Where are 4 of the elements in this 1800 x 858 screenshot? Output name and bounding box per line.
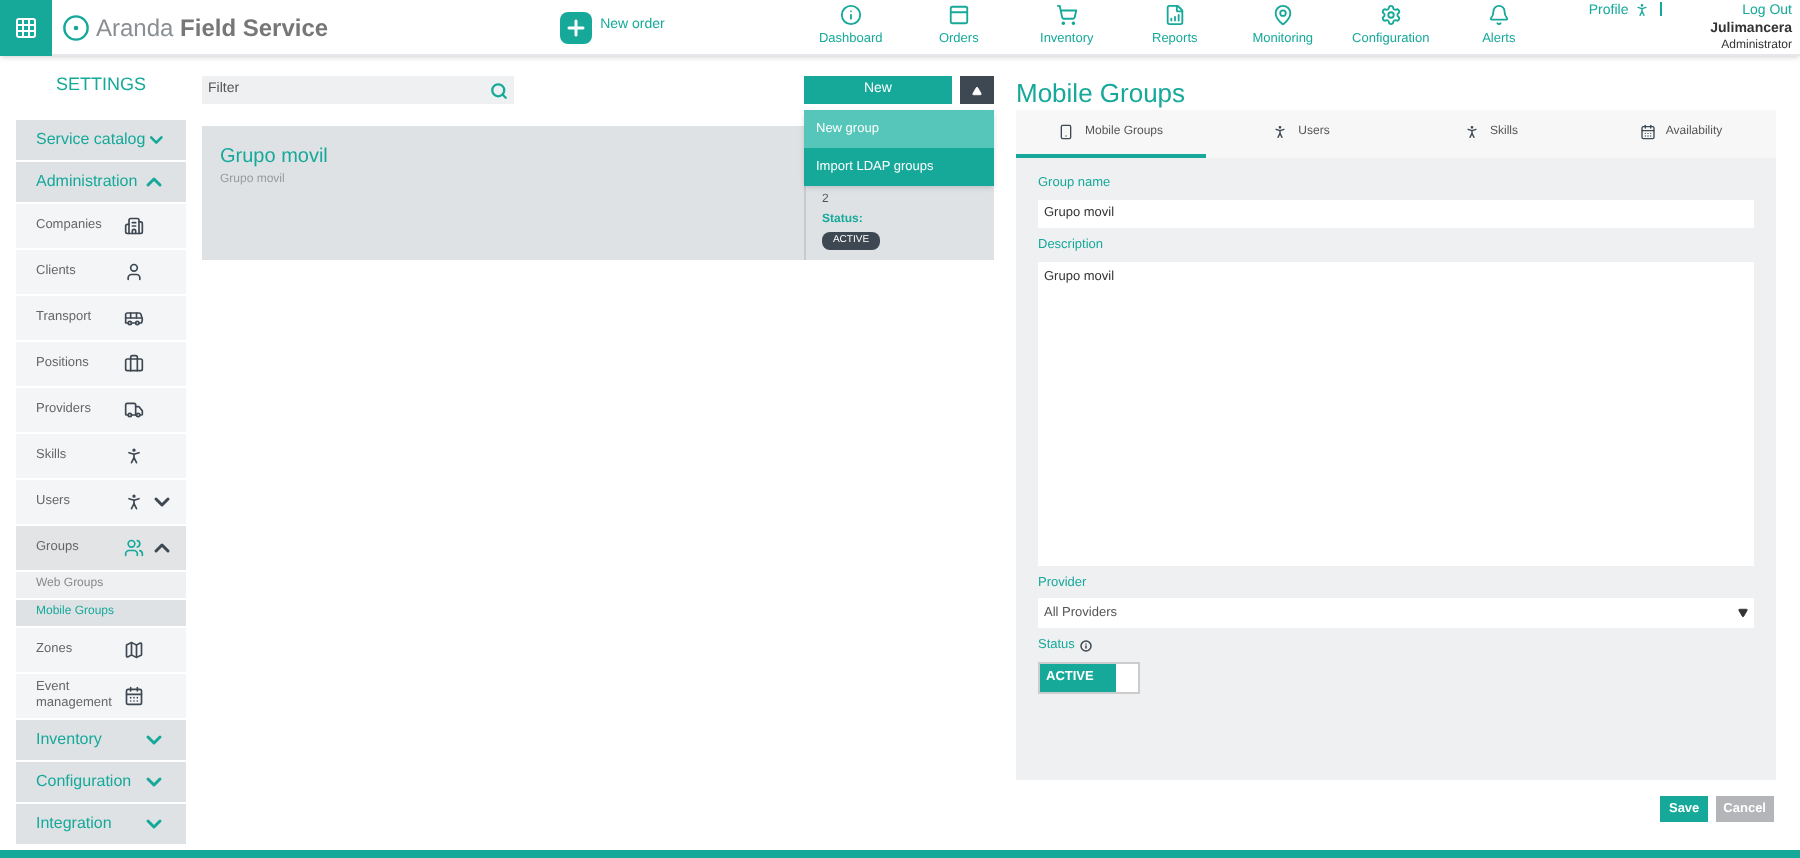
brand-name: Aranda Field Service: [96, 11, 329, 45]
panel-title: Mobile Groups: [1016, 76, 1188, 110]
card-title: Grupo movil: [220, 144, 328, 172]
sidebar-title: SETTINGS: [53, 72, 148, 98]
